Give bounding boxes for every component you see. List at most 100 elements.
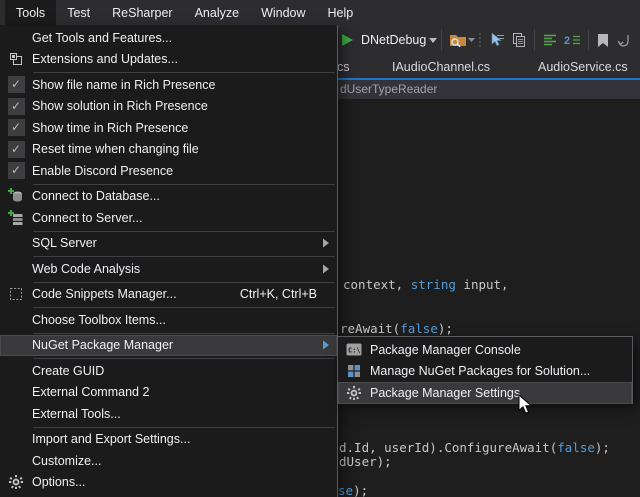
code-segment: context, xyxy=(343,277,411,292)
code-snippets-icon xyxy=(0,284,32,306)
debug-target-dropdown[interactable]: DNetDebug xyxy=(361,33,426,47)
menu-separator xyxy=(33,305,335,308)
menu-item-label: Create GUID xyxy=(32,364,337,378)
connect-database-icon xyxy=(0,186,32,208)
menu-separator xyxy=(33,70,335,73)
code-line: d.Id, userId).ConfigureAwait(false); xyxy=(339,441,610,454)
menu-item-label: Show time in Rich Presence xyxy=(32,121,337,135)
menu-item-code-snippets-manager[interactable]: Code Snippets Manager...Ctrl+K, Ctrl+B xyxy=(0,284,337,306)
toolbar-grip[interactable] xyxy=(479,33,481,47)
console-icon: C:\ xyxy=(338,339,370,361)
format-document-button[interactable] xyxy=(539,27,561,53)
menu-item-extensions-and-updates[interactable]: Extensions and Updates... xyxy=(0,49,337,71)
menu-separator xyxy=(33,331,335,334)
code-line: dUser); xyxy=(339,455,392,468)
menubar-item-help[interactable]: Help xyxy=(317,0,365,25)
toolbar-separator xyxy=(588,30,589,50)
tools-menu-dropdown: Get Tools and Features... Extensions and … xyxy=(0,25,338,497)
breadcrumb[interactable]: dUserTypeReader xyxy=(340,82,437,96)
menu-item-show-solution-in-rich-presence[interactable]: ✓Show solution in Rich Presence xyxy=(0,96,337,118)
menu-item-package-manager-console[interactable]: C:\Package Manager Console xyxy=(338,339,632,361)
toolbar-items: DNetDebug xyxy=(338,25,633,55)
tab-audioservicecs[interactable]: AudioService.cs xyxy=(538,60,628,74)
menu-separator xyxy=(33,254,335,257)
checkmark-icon: ✓ xyxy=(0,96,32,118)
svg-text:2: 2 xyxy=(564,35,570,47)
menu-item-label: Code Snippets Manager... xyxy=(32,287,240,301)
menu-item-label: Manage NuGet Packages for Solution... xyxy=(370,364,632,378)
chevron-down-icon[interactable] xyxy=(429,38,437,43)
menu-item-connect-to-database[interactable]: Connect to Database... xyxy=(0,186,337,208)
gear-icon xyxy=(0,472,32,494)
prev-bookmark-button[interactable] xyxy=(613,27,633,53)
menu-item-customize[interactable]: Customize... xyxy=(0,450,337,472)
play-icon xyxy=(341,33,354,47)
tab-iaudiochannelcs[interactable]: IAudioChannel.cs xyxy=(392,60,490,74)
menu-item-label: Reset time when changing file xyxy=(32,142,337,156)
navigate-to-button[interactable] xyxy=(485,27,508,53)
menu-item-label: External Command 2 xyxy=(32,385,337,399)
menubar-item-window[interactable]: Window xyxy=(250,0,316,25)
menu-item-label: Web Code Analysis xyxy=(32,262,322,276)
menu-item-external-tools[interactable]: External Tools... xyxy=(0,403,337,425)
curved-arrow-icon xyxy=(616,33,630,48)
menu-item-label: External Tools... xyxy=(32,407,337,421)
menu-item-enable-discord-presence[interactable]: ✓Enable Discord Presence xyxy=(0,160,337,182)
menu-item-label: Choose Toolbox Items... xyxy=(32,313,337,327)
code-segment: false xyxy=(557,440,595,455)
code-segment: input, xyxy=(456,277,509,292)
menu-item-get-tools-and-features[interactable]: Get Tools and Features... xyxy=(0,27,337,49)
code-line: context, string input, xyxy=(343,278,509,291)
menubar-item-resharper[interactable]: ReSharper xyxy=(101,0,183,25)
menu-item-package-manager-settings[interactable]: Package Manager Settings xyxy=(338,382,632,404)
menu-item-label: Package Manager Settings xyxy=(370,386,632,400)
smart-indent-button[interactable]: 2 xyxy=(561,27,584,53)
svg-text:C:\: C:\ xyxy=(348,347,361,355)
menu-item-sql-server[interactable]: SQL Server xyxy=(0,233,337,255)
menubar-item-test[interactable]: Test xyxy=(56,0,101,25)
menu-separator xyxy=(33,229,335,232)
extensions-icon xyxy=(0,49,32,71)
menu-item-label: NuGet Package Manager xyxy=(32,338,322,352)
menu-icon-empty xyxy=(0,360,32,382)
menu-item-nuget-package-manager[interactable]: NuGet Package Manager xyxy=(0,335,337,357)
code-segment: d.Id, userId).ConfigureAwait( xyxy=(339,440,557,455)
menubar-item-tools[interactable]: Tools xyxy=(5,0,56,25)
connect-server-icon xyxy=(0,207,32,229)
menu-icon-empty xyxy=(0,429,32,451)
menubar-item-analyze[interactable]: Analyze xyxy=(184,0,250,25)
toolbar-separator xyxy=(534,30,535,50)
tab-cs[interactable]: cs xyxy=(337,60,350,74)
menu-icon-empty xyxy=(0,309,32,331)
menu-item-label: Connect to Database... xyxy=(32,189,337,203)
indent-lines-icon xyxy=(542,33,558,47)
chevron-down-icon[interactable] xyxy=(468,38,475,42)
submenu-arrow-icon xyxy=(322,264,330,274)
menu-item-label: Customize... xyxy=(32,454,337,468)
menu-item-external-command-2[interactable]: External Command 2 xyxy=(0,382,337,404)
menu-item-label: Enable Discord Presence xyxy=(32,164,337,178)
copy-code-button[interactable] xyxy=(508,27,530,53)
menu-icon-empty xyxy=(0,450,32,472)
code-segment: reAwait( xyxy=(340,321,400,336)
run-button[interactable] xyxy=(338,27,357,53)
menu-item-label: Import and Export Settings... xyxy=(32,432,337,446)
menu-item-show-file-name-in-rich-presence[interactable]: ✓Show file name in Rich Presence xyxy=(0,74,337,96)
checkmark-icon: ✓ xyxy=(0,139,32,161)
menu-icon-empty xyxy=(0,382,32,404)
menu-separator xyxy=(33,356,335,359)
menu-item-label: Get Tools and Features... xyxy=(32,31,337,45)
menu-item-create-guid[interactable]: Create GUID xyxy=(0,360,337,382)
menu-item-reset-time-when-changing-file[interactable]: ✓Reset time when changing file xyxy=(0,139,337,161)
menu-item-label: SQL Server xyxy=(32,236,322,250)
bookmark-button[interactable] xyxy=(593,27,613,53)
find-in-files-button[interactable] xyxy=(446,27,470,53)
menu-item-choose-toolbox-items[interactable]: Choose Toolbox Items... xyxy=(0,309,337,331)
menu-item-manage-nuget-packages-for-solution[interactable]: Manage NuGet Packages for Solution... xyxy=(338,361,632,383)
menu-item-show-time-in-rich-presence[interactable]: ✓Show time in Rich Presence xyxy=(0,117,337,139)
code-line: reAwait(false); xyxy=(340,322,453,335)
menu-item-web-code-analysis[interactable]: Web Code Analysis xyxy=(0,258,337,280)
menu-item-options[interactable]: Options... xyxy=(0,472,337,494)
menu-item-import-and-export-settings[interactable]: Import and Export Settings... xyxy=(0,429,337,451)
menu-item-connect-to-server[interactable]: Connect to Server... xyxy=(0,207,337,229)
